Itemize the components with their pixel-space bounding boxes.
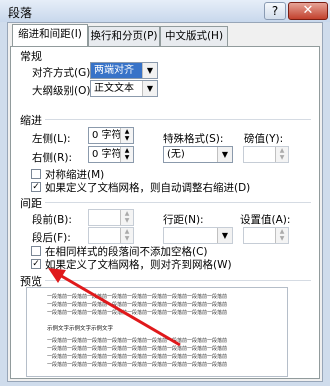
annotation-arrow-icon (48, 268, 181, 347)
